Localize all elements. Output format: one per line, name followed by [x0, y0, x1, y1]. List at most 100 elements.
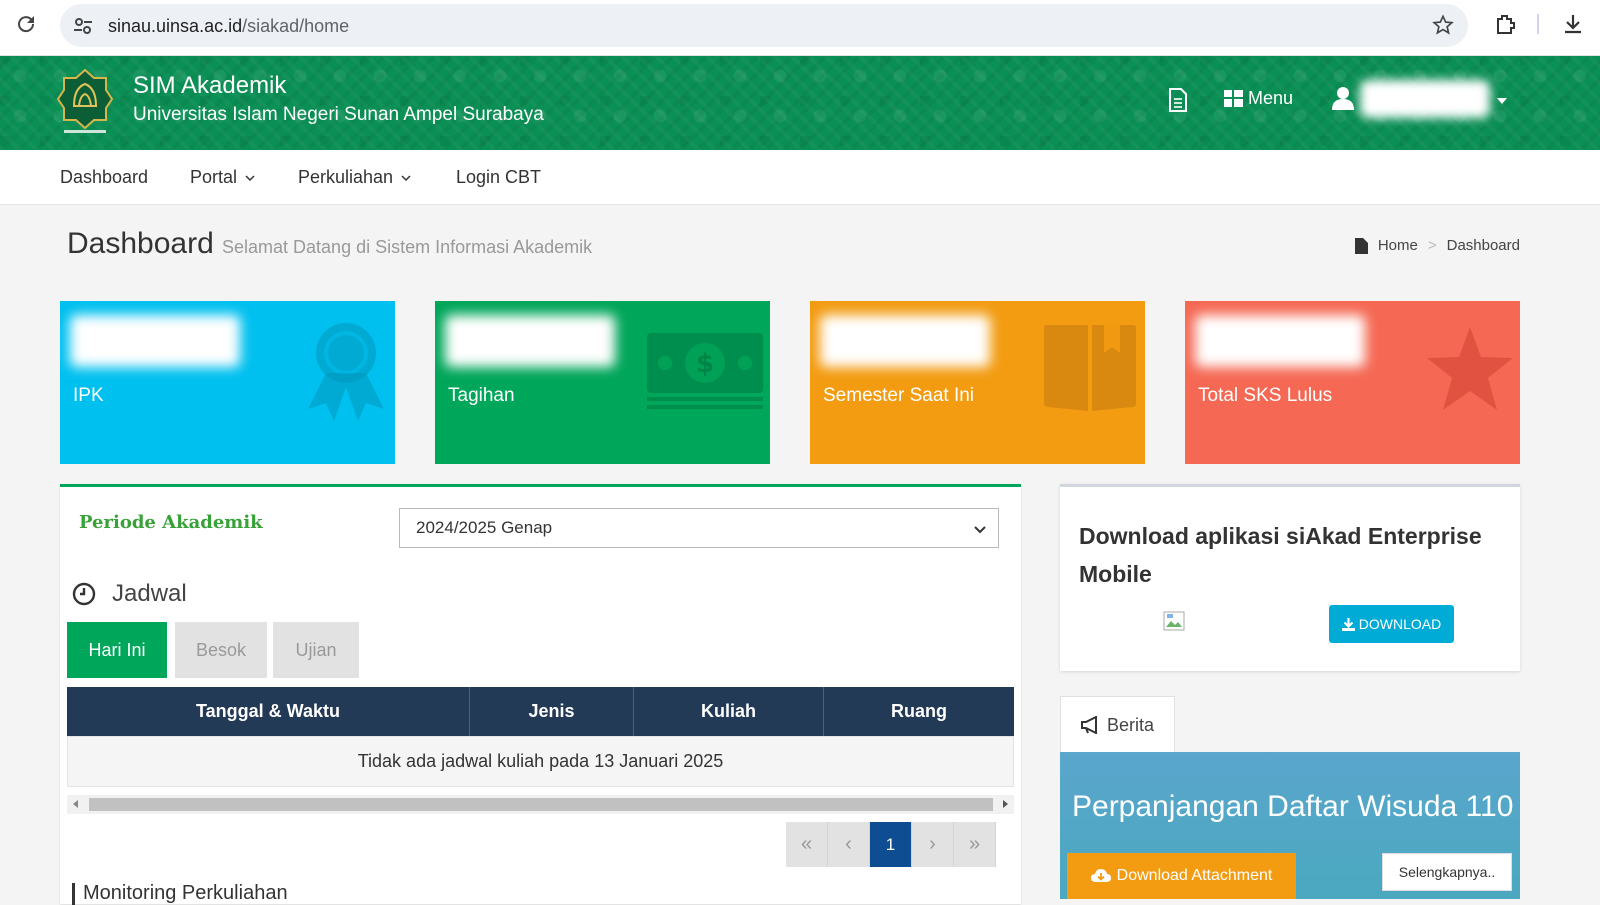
nav-perkuliahan[interactable]: Perkuliahan [298, 167, 411, 188]
stat-value-redacted [445, 315, 615, 367]
attachment-label: Download Attachment [1116, 867, 1273, 884]
monitoring-heading-partial: Monitoring Perkuliahan [72, 882, 288, 905]
berita-card: Perpanjangan Daftar Wisuda 110 Download … [1060, 752, 1520, 899]
broken-image-icon [1163, 611, 1185, 631]
download-app-button[interactable]: DOWNLOAD [1329, 605, 1454, 643]
address-bar[interactable]: sinau.uinsa.ac.id/siakad/home [60, 4, 1468, 47]
menu-button[interactable]: Menu [1224, 88, 1293, 109]
jadwal-empty-row: Tidak ada jadwal kuliah pada 13 Januari … [67, 736, 1014, 787]
nav-label: Perkuliahan [298, 167, 394, 187]
chevron-down-icon [974, 526, 986, 534]
page-subtitle: Selamat Datang di Sistem Informasi Akade… [222, 237, 593, 257]
jadwal-heading: Jadwal [72, 580, 187, 608]
periode-label: Periode Akademik [79, 512, 263, 533]
chevron-down-icon [401, 174, 411, 181]
url-path: /siakad/home [242, 16, 350, 36]
stat-value-redacted [1195, 315, 1365, 367]
jadwal-panel: Periode Akademik 2024/2025 Genap Jadwal … [60, 484, 1021, 905]
nav-label: Dashboard [60, 167, 149, 187]
tab-berita[interactable]: Berita [1060, 696, 1175, 753]
app-subtitle: Universitas Islam Negeri Sunan Ampel Sur… [133, 104, 544, 125]
grid-icon [1224, 90, 1243, 107]
bullhorn-icon [1080, 716, 1097, 734]
browser-toolbar: sinau.uinsa.ac.id/siakad/home [0, 0, 1600, 56]
download-attachment-button[interactable]: Download Attachment [1067, 853, 1296, 899]
stat-box-ipk[interactable]: IPK [60, 301, 395, 464]
money-icon: $ [647, 333, 763, 409]
breadcrumb-separator: > [1427, 237, 1437, 254]
pagination: « ‹ 1 › » [786, 822, 996, 867]
page-first-button[interactable]: « [786, 822, 828, 867]
user-name-redacted[interactable] [1360, 80, 1490, 118]
column-header: Tanggal & Waktu [67, 687, 470, 736]
tab-besok[interactable]: Besok [175, 622, 267, 678]
cloud-download-icon [1090, 869, 1111, 882]
stat-label: Total SKS Lulus [1198, 385, 1333, 406]
periode-select[interactable]: 2024/2025 Genap [399, 508, 999, 548]
star-icon [1427, 327, 1513, 410]
tab-ujian[interactable]: Ujian [273, 622, 359, 678]
clock-icon [72, 582, 96, 606]
nav-label: Portal [190, 167, 238, 187]
breadcrumb: Home > Dashboard [1354, 237, 1520, 254]
download-button-label: DOWNLOAD [1358, 616, 1442, 632]
nav-dashboard[interactable]: Dashboard [60, 167, 148, 188]
extensions-icon[interactable] [1494, 12, 1518, 36]
monitoring-title: Monitoring Perkuliahan [83, 882, 288, 904]
periode-selected-value: 2024/2025 Genap [416, 518, 553, 537]
stat-box-tagihan[interactable]: Tagihan $ [435, 301, 770, 464]
stat-label: IPK [73, 385, 104, 406]
scrollbar-thumb[interactable] [89, 798, 993, 811]
scroll-right-arrow-icon[interactable] [1003, 800, 1008, 808]
user-dropdown-caret-icon[interactable] [1497, 98, 1507, 104]
tab-hari-ini[interactable]: Hari Ini [67, 622, 167, 678]
page-current-button[interactable]: 1 [870, 822, 912, 867]
url-text: sinau.uinsa.ac.id/siakad/home [108, 16, 349, 37]
chevron-down-icon [245, 174, 255, 181]
user-icon[interactable] [1332, 86, 1354, 110]
stat-box-sks[interactable]: Total SKS Lulus [1185, 301, 1520, 464]
table-horizontal-scrollbar[interactable] [67, 795, 1014, 814]
berita-headline[interactable]: Perpanjangan Daftar Wisuda 110 [1072, 790, 1513, 824]
uinsa-logo[interactable] [54, 66, 116, 138]
download-app-panel: Download aplikasi siAkad Enterprise Mobi… [1060, 484, 1520, 671]
bookmark-star-icon[interactable] [1432, 14, 1454, 36]
breadcrumb-current: Dashboard [1446, 237, 1520, 254]
heading-bar [72, 882, 75, 905]
column-header: Ruang [891, 701, 947, 721]
page-last-button[interactable]: » [954, 822, 996, 867]
nav-login-cbt[interactable]: Login CBT [456, 167, 541, 188]
column-header: Kuliah [634, 687, 824, 736]
document-icon[interactable] [1168, 88, 1188, 112]
svg-text:$: $ [696, 349, 714, 379]
nav-label: Login CBT [456, 167, 542, 187]
menu-label: Menu [1248, 88, 1294, 108]
stat-label: Semester Saat Ini [823, 385, 975, 406]
reload-icon[interactable] [14, 12, 38, 36]
scroll-left-arrow-icon[interactable] [73, 800, 78, 808]
breadcrumb-home[interactable]: Home [1378, 237, 1418, 254]
download-icon [1341, 617, 1355, 631]
file-icon [1354, 237, 1368, 254]
book-icon [1044, 325, 1136, 411]
main-nav: Dashboard Portal Perkuliahan Login CBT [0, 150, 1600, 205]
downloads-icon[interactable] [1561, 12, 1585, 36]
stat-box-semester[interactable]: Semester Saat Ini [810, 301, 1145, 464]
site-settings-icon[interactable] [72, 15, 94, 37]
page-prev-button[interactable]: ‹ [828, 822, 870, 867]
url-host: sinau.uinsa.ac.id [108, 16, 243, 36]
jadwal-table-header: Tanggal & Waktu Jenis Kuliah Ruang [67, 687, 1014, 736]
stat-value-redacted [70, 315, 240, 367]
site-header: SIM Akademik Universitas Islam Negeri Su… [0, 56, 1600, 150]
nav-portal[interactable]: Portal [190, 167, 255, 188]
app-title: SIM Akademik [133, 72, 287, 99]
ribbon-icon [308, 323, 384, 421]
page-next-button[interactable]: › [912, 822, 954, 867]
column-header: Jenis [470, 687, 634, 736]
page-title: Dashboard [67, 227, 214, 260]
toolbar-divider [1537, 14, 1539, 34]
stat-value-redacted [820, 315, 990, 367]
read-more-button[interactable]: Selengkapnya.. [1382, 853, 1512, 891]
stat-label: Tagihan [448, 385, 515, 406]
download-app-title: Download aplikasi siAkad Enterprise Mobi… [1079, 523, 1482, 587]
